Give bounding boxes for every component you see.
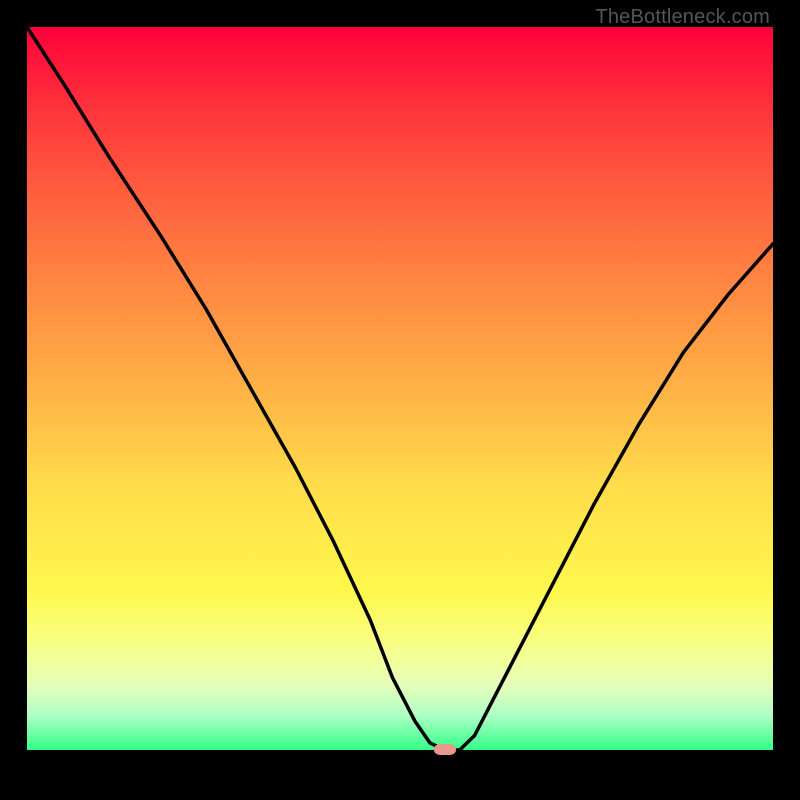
plot-area [27,27,773,773]
watermark-text: TheBottleneck.com [595,6,770,29]
chart-frame: TheBottleneck.com [0,0,800,800]
optimum-marker [434,744,456,755]
gradient-background [27,27,773,750]
